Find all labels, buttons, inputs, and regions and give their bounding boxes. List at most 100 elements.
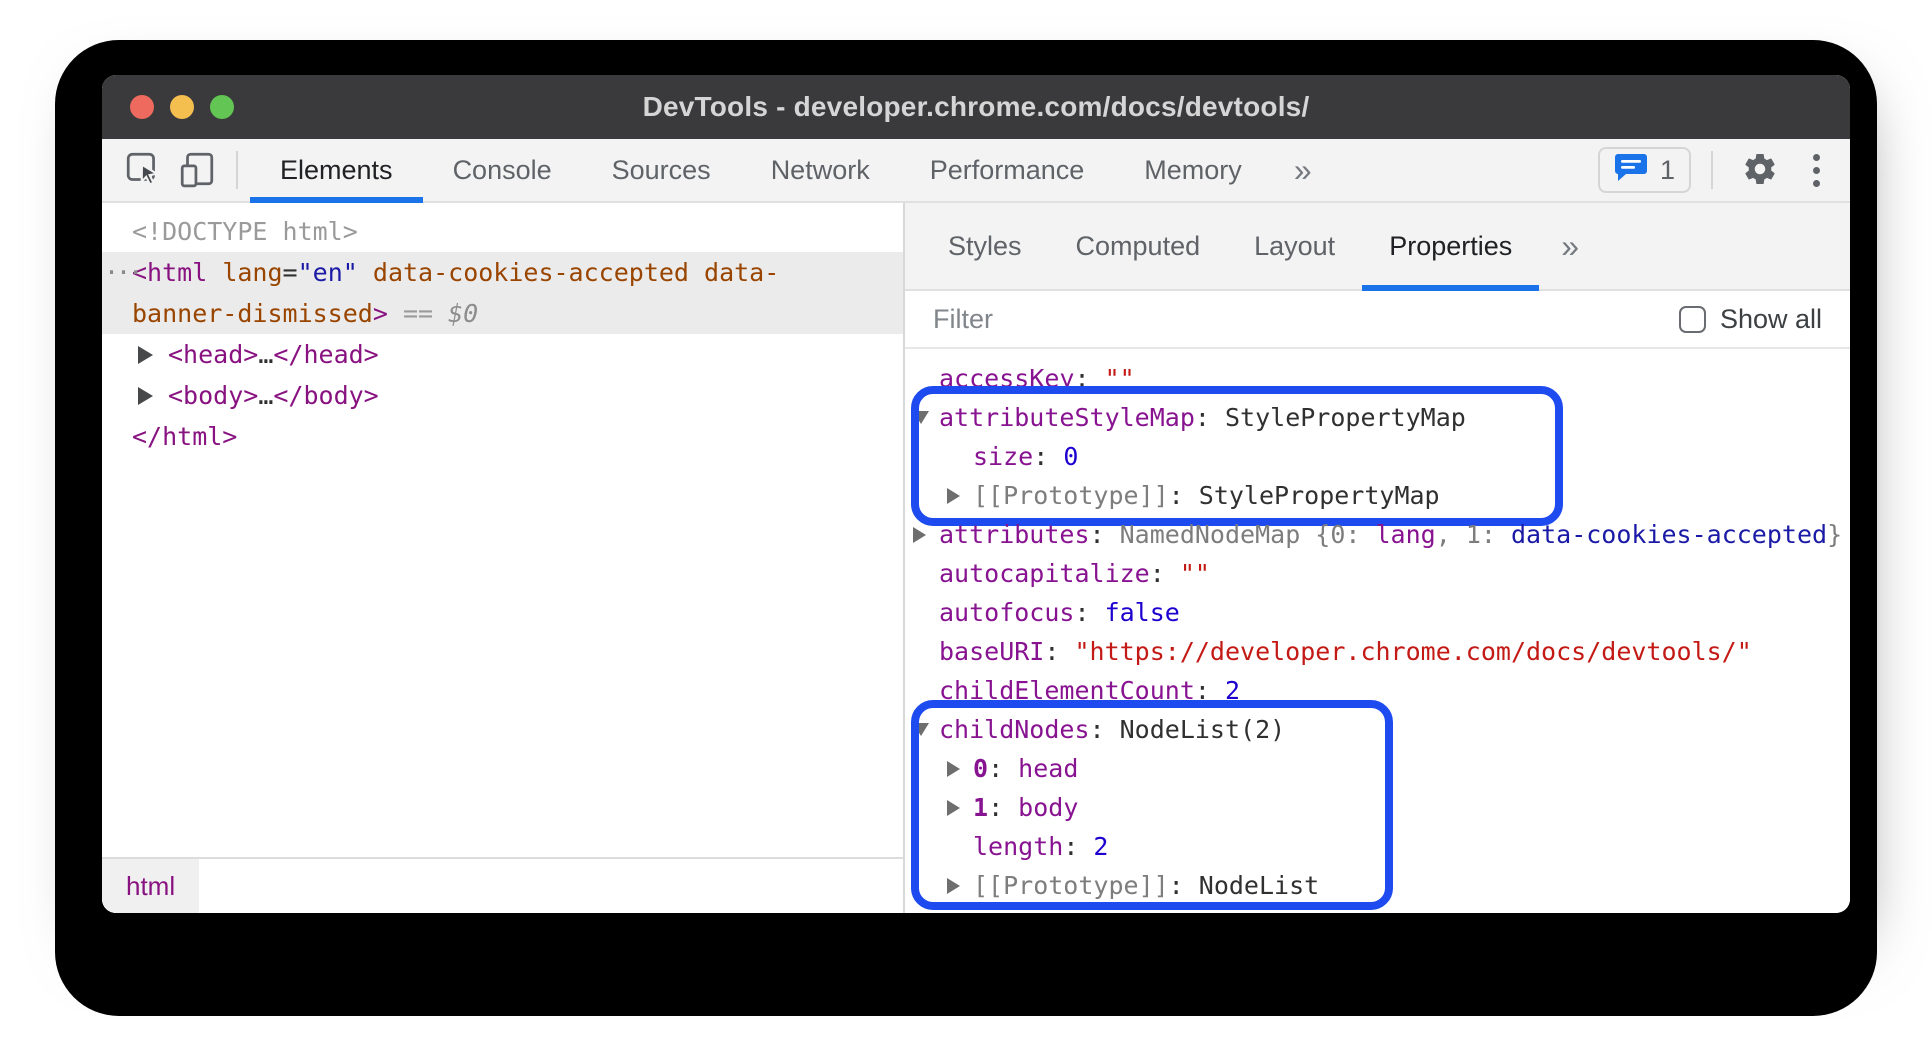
dom-tree-row-selected[interactable]: ···<html lang="en" data-cookies-accepted… bbox=[102, 252, 903, 334]
text-segment: body bbox=[1018, 793, 1078, 822]
kebab-menu-button[interactable] bbox=[1803, 154, 1830, 187]
gutter bbox=[945, 800, 973, 816]
annotated-property-group: attributeStyleMap: StylePropertyMapsize:… bbox=[911, 398, 1850, 515]
dom-tree-row[interactable]: <!DOCTYPE html> bbox=[102, 211, 903, 252]
dom-tree-row[interactable]: <head>…</head> bbox=[102, 334, 903, 375]
text-segment: autofocus bbox=[939, 598, 1074, 627]
disclosure-triangle-icon[interactable] bbox=[913, 527, 926, 543]
property-row[interactable]: autocapitalize: "" bbox=[911, 554, 1850, 593]
main-toolbar: ElementsConsoleSourcesNetworkPerformance… bbox=[102, 139, 1850, 203]
text-segment: : bbox=[1033, 442, 1063, 471]
text-segment: 2 bbox=[1225, 676, 1240, 705]
text-segment: <!DOCTYPE html> bbox=[132, 217, 358, 246]
device-toolbar-icon bbox=[178, 150, 216, 191]
show-all-label: Show all bbox=[1720, 304, 1822, 335]
text-segment: : bbox=[1150, 559, 1180, 588]
property-row[interactable]: [[Prototype]]: StylePropertyMap bbox=[945, 476, 1850, 515]
text-segment: children bbox=[939, 910, 1059, 913]
text-segment: lang bbox=[222, 258, 282, 287]
disclosure-triangle-icon[interactable] bbox=[947, 488, 960, 504]
elements-panel: <!DOCTYPE html> ···<html lang="en" data-c… bbox=[102, 203, 905, 913]
disclosure-triangle-icon[interactable] bbox=[138, 387, 153, 405]
text-segment: accessKey bbox=[939, 364, 1074, 393]
tab-console[interactable]: Console bbox=[423, 139, 582, 201]
property-row[interactable]: attributeStyleMap: StylePropertyMap bbox=[911, 398, 1850, 437]
toolbar-divider bbox=[236, 151, 238, 189]
more-panels-chevron[interactable]: » bbox=[1272, 139, 1334, 201]
text-segment: … bbox=[258, 340, 273, 369]
text-segment: : bbox=[1044, 637, 1074, 666]
property-row[interactable]: childElementCount: 2 bbox=[911, 671, 1850, 710]
text-segment: : bbox=[1063, 832, 1093, 861]
titlebar: DevTools - developer.chrome.com/docs/dev… bbox=[102, 75, 1850, 139]
text-segment: : bbox=[1059, 910, 1089, 913]
disclosure-triangle-icon[interactable] bbox=[913, 411, 929, 424]
property-row[interactable]: length: 2 bbox=[945, 827, 1850, 866]
text-segment: data-cookies-accepted bbox=[1511, 520, 1827, 549]
annotated-property-group: childNodes: NodeList(2)0: head1: bodylen… bbox=[911, 710, 1850, 905]
breadcrumb-html[interactable]: html bbox=[102, 859, 199, 913]
sidebar-tab-properties[interactable]: Properties bbox=[1362, 203, 1539, 289]
property-group: accessKey: "" bbox=[911, 359, 1850, 398]
property-row[interactable]: [[Prototype]]: NodeList bbox=[945, 866, 1850, 905]
disclosure-triangle-icon[interactable] bbox=[947, 800, 960, 816]
devtools-window: DevTools - developer.chrome.com/docs/dev… bbox=[102, 75, 1850, 913]
text-segment: </head> bbox=[273, 340, 378, 369]
toggle-device-toolbar-button[interactable] bbox=[170, 139, 224, 201]
filter-input[interactable] bbox=[933, 304, 1679, 335]
dom-tree-row[interactable]: </html> bbox=[102, 416, 903, 457]
gutter bbox=[911, 723, 939, 736]
gutter bbox=[138, 387, 168, 405]
disclosure-triangle-icon[interactable] bbox=[138, 346, 153, 364]
text-segment: "https://developer.chrome.com/docs/devto… bbox=[1074, 637, 1751, 666]
dom-tree-row[interactable]: <body>…</body> bbox=[102, 375, 903, 416]
sidebar-tab-styles[interactable]: Styles bbox=[921, 203, 1049, 289]
inspect-element-button[interactable] bbox=[116, 139, 170, 201]
tab-elements[interactable]: Elements bbox=[250, 139, 423, 201]
property-row[interactable]: accessKey: "" bbox=[911, 359, 1850, 398]
breadcrumb-bar: html bbox=[102, 857, 903, 913]
text-segment: <head> bbox=[168, 340, 258, 369]
property-row[interactable]: attributes: NamedNodeMap {0: lang, 1: da… bbox=[911, 515, 1850, 554]
text-segment: NamedNodeMap {0: bbox=[1120, 520, 1376, 549]
property-row[interactable]: size: 0 bbox=[945, 437, 1850, 476]
text-segment: NodeList(2) bbox=[1120, 715, 1286, 744]
property-row[interactable]: autofocus: false bbox=[911, 593, 1850, 632]
text-segment: lang bbox=[1376, 520, 1436, 549]
text-segment: 2 bbox=[1093, 832, 1108, 861]
show-all-control: Show all bbox=[1679, 304, 1822, 335]
disclosure-triangle-icon[interactable] bbox=[947, 761, 960, 777]
disclosure-triangle-icon[interactable] bbox=[913, 723, 929, 736]
window-title: DevTools - developer.chrome.com/docs/dev… bbox=[102, 91, 1850, 123]
show-all-checkbox[interactable] bbox=[1679, 306, 1706, 333]
tab-memory[interactable]: Memory bbox=[1114, 139, 1272, 201]
issues-message-button[interactable]: 1 bbox=[1598, 147, 1691, 193]
sidebar-tab-layout[interactable]: Layout bbox=[1227, 203, 1362, 289]
property-row[interactable]: 0: head bbox=[945, 749, 1850, 788]
tab-sources[interactable]: Sources bbox=[582, 139, 741, 201]
tab-network[interactable]: Network bbox=[741, 139, 900, 201]
property-row[interactable]: 1: body bbox=[945, 788, 1850, 827]
sidebar-tab-computed[interactable]: Computed bbox=[1049, 203, 1228, 289]
issues-count: 1 bbox=[1660, 155, 1675, 186]
text-segment: autocapitalize bbox=[939, 559, 1150, 588]
text-segment: $0 bbox=[448, 299, 478, 328]
main-panel-tabs: ElementsConsoleSourcesNetworkPerformance… bbox=[250, 139, 1272, 201]
property-row[interactable]: baseURI: "https://developer.chrome.com/d… bbox=[911, 632, 1850, 671]
text-segment: StylePropertyMap bbox=[1225, 403, 1466, 432]
property-row[interactable]: children: HTMLCollection(2) [head, body] bbox=[911, 905, 1850, 913]
overflow-dots-icon[interactable]: ··· bbox=[104, 252, 140, 293]
inspect-cursor-icon bbox=[124, 150, 162, 191]
gutter bbox=[138, 346, 168, 364]
disclosure-triangle-icon[interactable] bbox=[947, 878, 960, 894]
text-segment: attributeStyleMap bbox=[939, 403, 1195, 432]
tab-performance[interactable]: Performance bbox=[900, 139, 1115, 201]
gear-icon bbox=[1742, 151, 1778, 190]
property-row[interactable]: childNodes: NodeList(2) bbox=[911, 710, 1850, 749]
gutter bbox=[911, 411, 939, 424]
text-segment: StylePropertyMap bbox=[1199, 481, 1440, 510]
more-sidebar-tabs-chevron[interactable]: » bbox=[1539, 203, 1601, 289]
dom-tree: <!DOCTYPE html> ···<html lang="en" data-c… bbox=[102, 203, 903, 857]
text-segment: <html bbox=[132, 258, 207, 287]
settings-button[interactable] bbox=[1733, 151, 1787, 190]
